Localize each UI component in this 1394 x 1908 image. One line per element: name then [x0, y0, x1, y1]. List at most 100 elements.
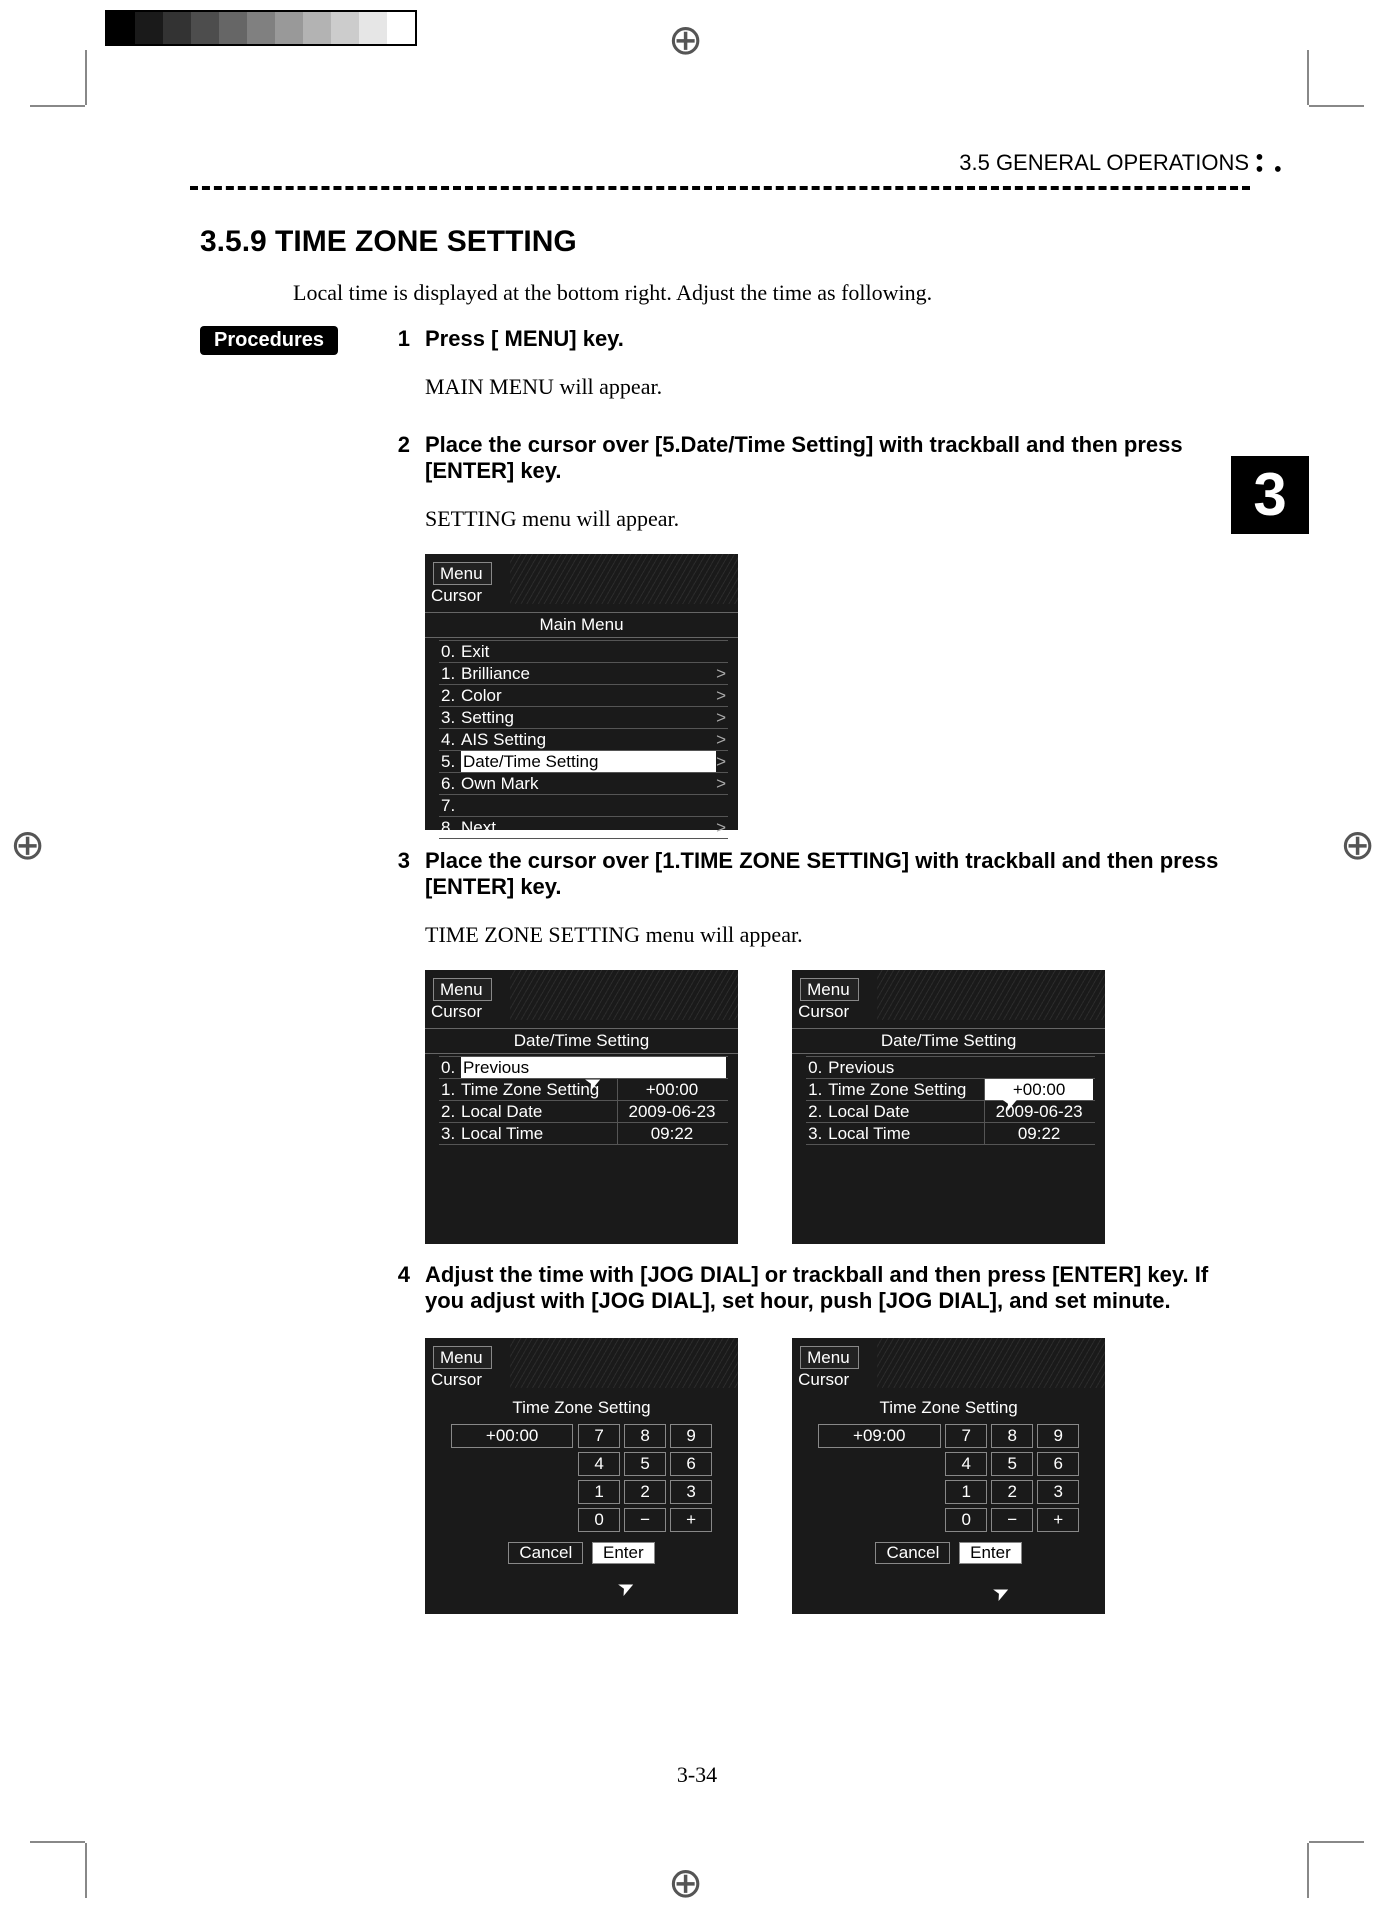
- key-8: 8: [624, 1424, 666, 1448]
- crop-mark: [1309, 105, 1364, 107]
- intro-text: Local time is displayed at the bottom ri…: [293, 280, 1220, 306]
- registration-mark: [12, 830, 52, 870]
- step-subtext: TIME ZONE SETTING menu will appear.: [425, 922, 1220, 948]
- menu-item-ais-setting: 4.AIS Setting>: [439, 728, 728, 750]
- menu-item-local-time: 3.Local Time09:22: [806, 1122, 1095, 1145]
- cursor-label: Cursor: [431, 586, 482, 606]
- radar-date-time-menu-screenshot-left: Menu Cursor Date/Time Setting 0.Previous…: [425, 970, 738, 1244]
- value-cell: +00:00: [617, 1079, 726, 1100]
- key-7: 7: [945, 1424, 987, 1448]
- menu-title: Time Zone Setting: [425, 1396, 738, 1420]
- radar-date-time-menu-screenshot-right: Menu Cursor Date/Time Setting 0.Previous…: [792, 970, 1105, 1244]
- menu-tag: Menu: [433, 562, 492, 585]
- key-1: 1: [945, 1480, 987, 1504]
- key-3: 3: [670, 1480, 712, 1504]
- procedures-label: Procedures: [200, 326, 338, 355]
- key-8: 8: [991, 1424, 1033, 1448]
- menu-item-own-mark: 6.Own Mark>: [439, 772, 728, 794]
- radar-main-menu-screenshot: Menu Cursor Main Menu 0.Exit 1.Brillianc…: [425, 554, 738, 830]
- radar-time-zone-keypad-screenshot-left: Menu Cursor Time Zone Setting +00:00 7 8…: [425, 1338, 738, 1614]
- cancel-button: Cancel: [875, 1542, 950, 1564]
- value-cell: 09:22: [617, 1123, 726, 1144]
- cursor-label: Cursor: [798, 1002, 849, 1022]
- menu-title: Date/Time Setting: [425, 1028, 738, 1054]
- key-9: 9: [670, 1424, 712, 1448]
- step-heading: Adjust the time with [JOG DIAL] or track…: [425, 1262, 1220, 1314]
- step-number: 1: [370, 326, 425, 414]
- menu-item-previous: 0.Previous: [806, 1056, 1095, 1078]
- cursor-label: Cursor: [431, 1370, 482, 1390]
- step-number: 2: [370, 432, 425, 830]
- header-divider: [190, 186, 1250, 190]
- key-7: 7: [578, 1424, 620, 1448]
- crop-mark: [85, 1843, 87, 1898]
- chevron-right-icon: >: [716, 773, 726, 794]
- cursor-arrow-icon: ➤: [989, 1578, 1015, 1608]
- crop-mark: [30, 105, 85, 107]
- menu-item-local-time: 3.Local Time09:22: [439, 1122, 728, 1145]
- step-heading: Place the cursor over [5.Date/Time Setti…: [425, 432, 1220, 484]
- cursor-label: Cursor: [798, 1370, 849, 1390]
- chevron-right-icon: >: [716, 663, 726, 684]
- cancel-button: Cancel: [508, 1542, 583, 1564]
- key-plus: +: [1037, 1508, 1079, 1532]
- step-number: 3: [370, 848, 425, 1244]
- step-subtext: MAIN MENU will appear.: [425, 374, 1220, 400]
- header-dots-icon: • • •: [1255, 152, 1284, 176]
- chevron-right-icon: >: [716, 751, 726, 772]
- cursor-arrow-icon: ➤: [614, 1573, 640, 1603]
- crop-mark: [30, 1841, 85, 1843]
- key-2: 2: [624, 1480, 666, 1504]
- page-number: 3-34: [0, 1762, 1394, 1788]
- running-header: 3.5 GENERAL OPERATIONS: [959, 150, 1249, 176]
- menu-title: Main Menu: [425, 612, 738, 638]
- key-5: 5: [991, 1452, 1033, 1476]
- section-title: 3.5.9 TIME ZONE SETTING: [200, 225, 577, 259]
- menu-item-time-zone-setting: 1.Time Zone Setting+00:00: [806, 1078, 1095, 1100]
- chevron-right-icon: >: [716, 707, 726, 728]
- key-9: 9: [1037, 1424, 1079, 1448]
- time-zone-value: +09:00: [818, 1424, 940, 1448]
- step-number: 4: [370, 1262, 425, 1614]
- step-heading: Place the cursor over [1.TIME ZONE SETTI…: [425, 848, 1220, 900]
- menu-item-blank: 7.: [439, 794, 728, 816]
- key-3: 3: [1037, 1480, 1079, 1504]
- chevron-right-icon: >: [716, 729, 726, 750]
- value-cell: 09:22: [984, 1123, 1093, 1144]
- registration-mark: [670, 1868, 710, 1908]
- key-5: 5: [624, 1452, 666, 1476]
- key-plus: +: [670, 1508, 712, 1532]
- enter-button: Enter: [592, 1542, 655, 1564]
- key-6: 6: [1037, 1452, 1079, 1476]
- menu-item-exit: 0.Exit: [439, 640, 728, 662]
- menu-item-next: 8.Next>: [439, 816, 728, 839]
- menu-item-color: 2.Color>: [439, 684, 728, 706]
- crop-mark: [1309, 1841, 1364, 1843]
- menu-tag: Menu: [433, 978, 492, 1001]
- menu-title: Time Zone Setting: [792, 1396, 1105, 1420]
- key-1: 1: [578, 1480, 620, 1504]
- value-cell: 2009-06-23: [617, 1101, 726, 1122]
- menu-title: Date/Time Setting: [792, 1028, 1105, 1054]
- menu-item-brilliance: 1.Brilliance>: [439, 662, 728, 684]
- time-zone-value: +00:00: [451, 1424, 573, 1448]
- menu-item-setting: 3.Setting>: [439, 706, 728, 728]
- chapter-tab: 3: [1231, 456, 1309, 534]
- menu-item-date-time-setting: 5.Date/Time Setting>: [439, 750, 728, 772]
- chevron-right-icon: >: [716, 817, 726, 838]
- value-cell: 2009-06-23: [984, 1101, 1093, 1122]
- registration-mark: [670, 25, 710, 65]
- crop-mark: [85, 50, 87, 105]
- menu-tag: Menu: [800, 978, 859, 1001]
- enter-button: Enter: [959, 1542, 1022, 1564]
- key-4: 4: [578, 1452, 620, 1476]
- menu-tag: Menu: [433, 1346, 492, 1369]
- menu-tag: Menu: [800, 1346, 859, 1369]
- key-minus: −: [991, 1508, 1033, 1532]
- menu-item-local-date: 2.Local Date2009-06-23: [806, 1100, 1095, 1122]
- radar-time-zone-keypad-screenshot-right: Menu Cursor Time Zone Setting +09:00 7 8…: [792, 1338, 1105, 1614]
- step-subtext: SETTING menu will appear.: [425, 506, 1220, 532]
- menu-item-local-date: 2.Local Date2009-06-23: [439, 1100, 728, 1122]
- key-6: 6: [670, 1452, 712, 1476]
- key-minus: −: [624, 1508, 666, 1532]
